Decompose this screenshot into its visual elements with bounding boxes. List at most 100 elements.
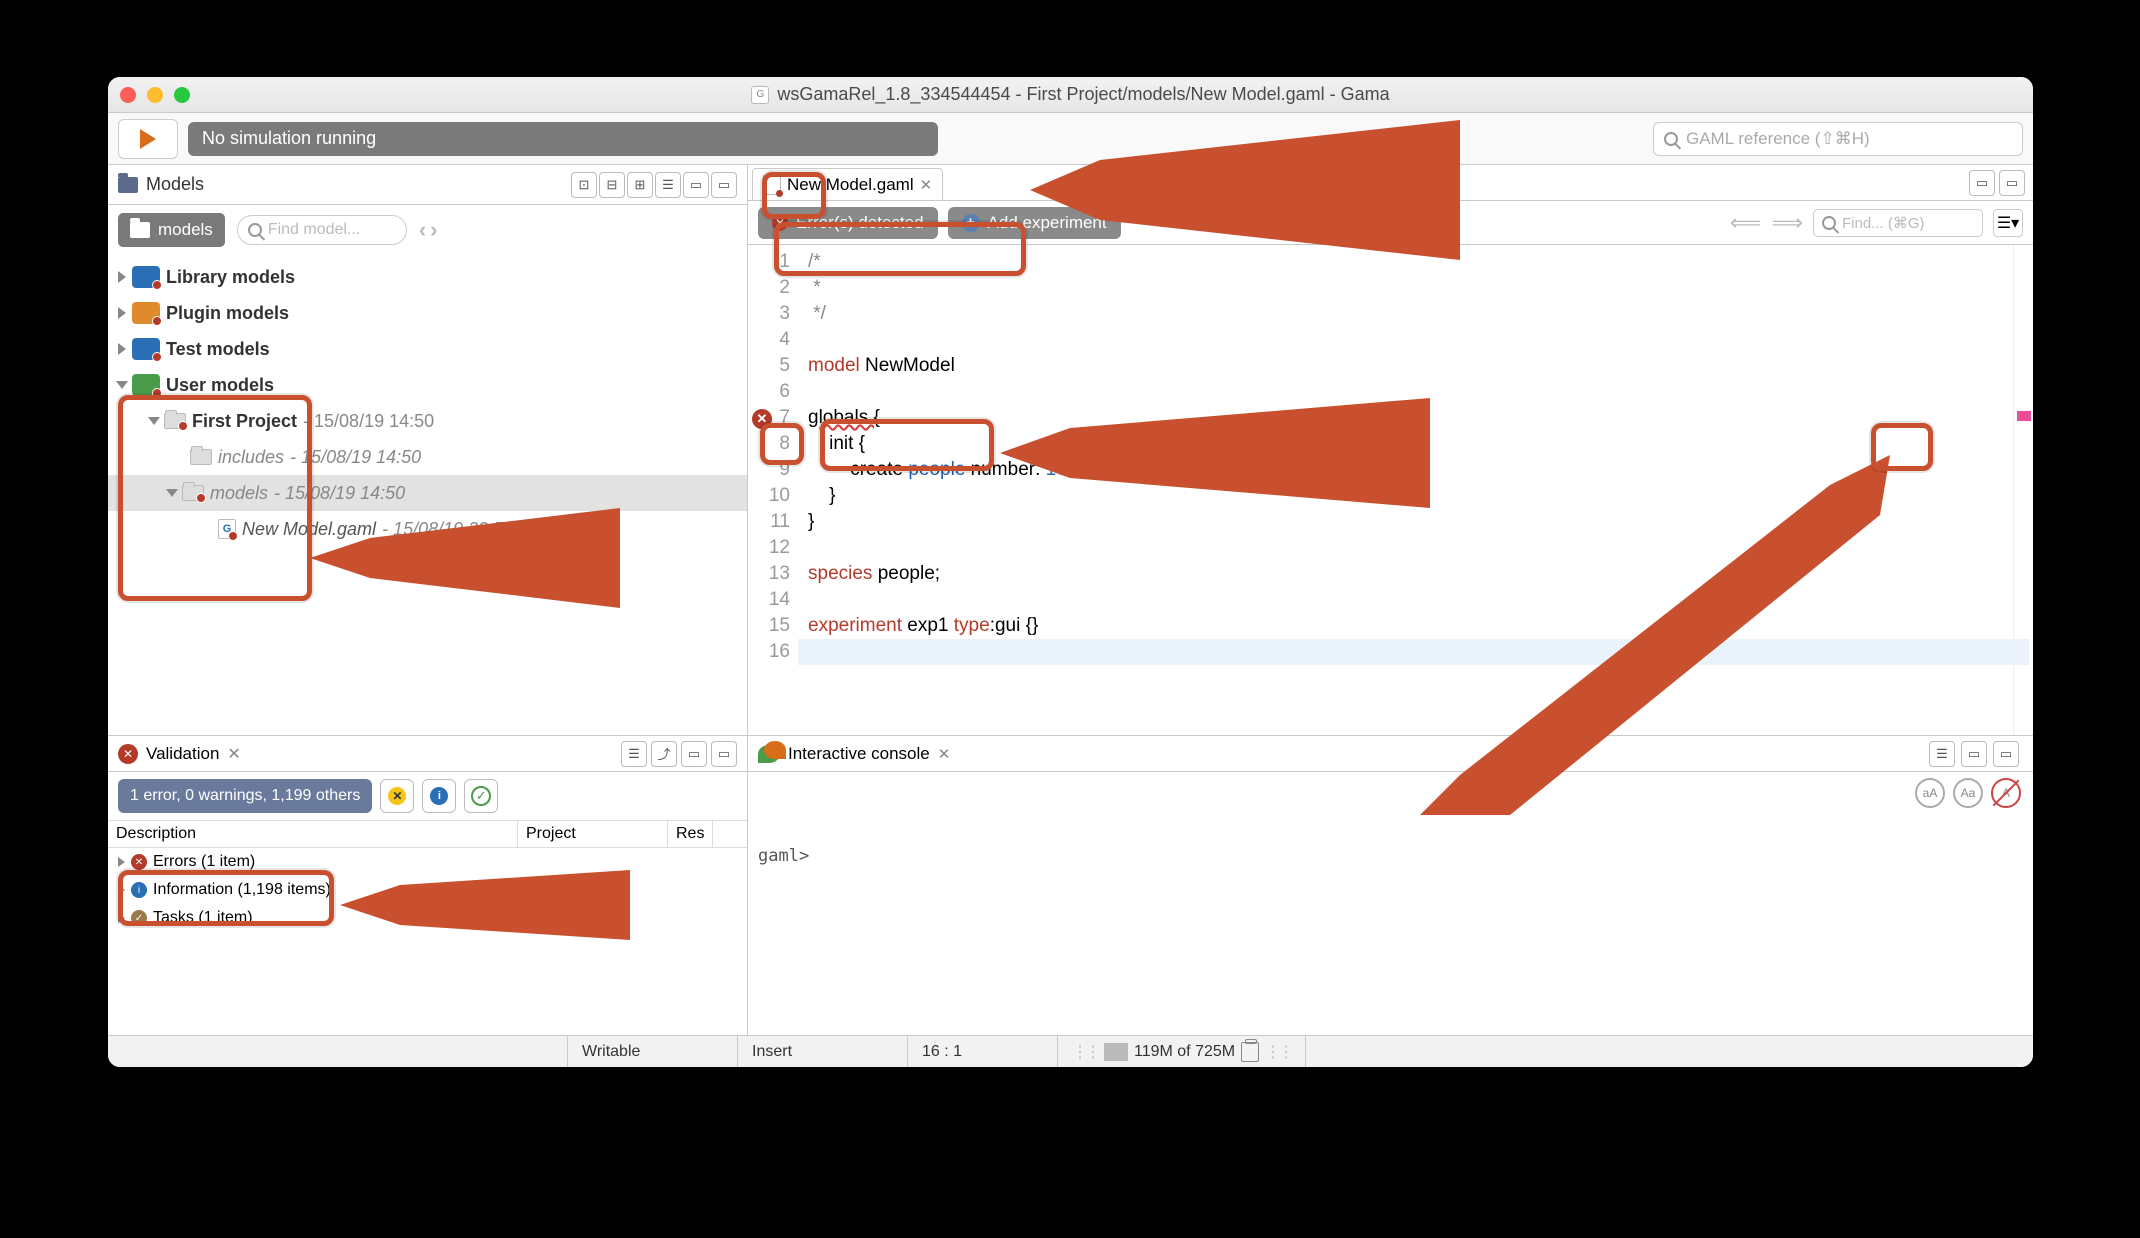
col-project[interactable]: Project [518, 821, 668, 847]
nav-back-button[interactable]: ‹ [419, 217, 426, 243]
error-icon: ✕ [752, 409, 772, 429]
tree-user-models[interactable]: User models [108, 367, 747, 403]
library-icon [132, 266, 160, 288]
tree-models-folder[interactable]: models - 15/08/19 14:50 [108, 475, 747, 511]
code-body[interactable]: /* * */ model NewModel globals { init { … [798, 245, 2033, 735]
col-resource[interactable]: Res [668, 821, 713, 847]
console-tool-1[interactable]: ☰ [1929, 741, 1955, 767]
tree-new-model-file[interactable]: G New Model.gaml - 15/08/19 23:56 [108, 511, 747, 547]
filter-warnings-button[interactable]: ✕ [380, 779, 414, 813]
maximize-editor-button[interactable]: ▭ [1999, 170, 2025, 196]
minimize-editor-button[interactable]: ▭ [1969, 170, 1995, 196]
expand-icon [118, 913, 125, 923]
expand-icon [148, 417, 160, 425]
editor-menu-button[interactable]: ☰▾ [1993, 209, 2023, 237]
status-bar: Writable Insert 16 : 1 ⋮⋮ 119M of 725M ⋮… [108, 1035, 2033, 1067]
overview-ruler[interactable] [2013, 245, 2033, 735]
close-tab-button[interactable]: ✕ [920, 176, 933, 194]
nav-forward-button[interactable]: › [430, 217, 437, 243]
heap-status[interactable]: ⋮⋮ 119M of 725M ⋮⋮ [1058, 1036, 1306, 1067]
console-prompt[interactable]: gaml> [748, 814, 2033, 1035]
gaml-reference-search[interactable]: GAML reference (⇧⌘H) [1653, 122, 2023, 156]
expand-icon [116, 381, 128, 389]
decrease-font-button[interactable]: aA [1915, 778, 1945, 808]
errors-detected-pill[interactable]: ✕ Error(s) detected [758, 207, 938, 239]
minimize-validation-button[interactable]: ▭ [681, 741, 707, 767]
filter-info-button[interactable]: i [422, 779, 456, 813]
code-editor[interactable]: ✕ 1 2 3 4 5 6 7 8 9 10 11 12 13 14 15 16… [748, 245, 2033, 735]
maximize-validation-button[interactable]: ▭ [711, 741, 737, 767]
expand-icon [118, 307, 126, 319]
run-button[interactable] [118, 119, 178, 159]
simulation-status: No simulation running [188, 122, 938, 156]
console-icon [758, 745, 780, 763]
search-icon [248, 223, 262, 237]
app-window: G wsGamaRel_1.8_334544454 - First Projec… [108, 77, 2033, 1067]
gaml-file-icon [763, 175, 781, 195]
tree-project[interactable]: First Project - 15/08/19 14:50 [108, 403, 747, 439]
expand-icon [118, 885, 125, 895]
tree-includes[interactable]: includes - 15/08/19 14:50 [108, 439, 747, 475]
error-marker-gutter[interactable]: ✕ [748, 405, 776, 433]
models-panel: Models ⊡ ⊟ ⊞ ☰ ▭ ▭ models Find model... [108, 165, 748, 735]
expand-icon [118, 271, 126, 283]
model-tree: Library models Plugin models Test models… [108, 255, 747, 551]
gaml-file-icon: G [218, 519, 236, 539]
view-menu-button[interactable]: ☰ [655, 172, 681, 198]
error-overview-marker[interactable] [2017, 411, 2031, 421]
search-icon [1664, 132, 1678, 146]
maximize-panel-button[interactable]: ▭ [711, 172, 737, 198]
minimize-panel-button[interactable]: ▭ [683, 172, 709, 198]
expand-icon [166, 489, 178, 497]
filter-ok-button[interactable]: ✓ [464, 779, 498, 813]
close-console-button[interactable]: ✕ [938, 745, 951, 763]
find-input[interactable]: Find... (⌘G) [1813, 209, 1983, 237]
close-validation-button[interactable]: ✕ [227, 744, 240, 764]
error-icon: ✕ [131, 854, 147, 870]
status-writable: Writable [568, 1036, 738, 1067]
folder-icon [118, 177, 138, 193]
test-icon [132, 338, 160, 360]
expand-button[interactable]: ⊞ [627, 172, 653, 198]
folder-icon [182, 485, 204, 501]
console-panel: Interactive console ✕ ☰ ▭ ▭ aA Aa A gaml… [748, 735, 2033, 1035]
filter-button[interactable]: ☰ [621, 741, 647, 767]
expand-icon [118, 343, 126, 355]
heap-bar-icon [1104, 1043, 1128, 1061]
gc-trash-icon[interactable] [1241, 1042, 1259, 1062]
col-description[interactable]: Description [108, 821, 518, 847]
maximize-console-button[interactable]: ▭ [1993, 741, 2019, 767]
status-cursor: 16 : 1 [908, 1036, 1058, 1067]
error-icon: ✕ [118, 744, 138, 764]
info-icon: i [131, 882, 147, 898]
search-icon [1822, 216, 1836, 230]
collapse-all-button[interactable]: ⊡ [571, 172, 597, 198]
increase-font-button[interactable]: Aa [1953, 778, 1983, 808]
validation-info-row[interactable]: i Information (1,198 items) [108, 876, 747, 904]
main-toolbar: No simulation running GAML reference (⇧⌘… [108, 113, 2033, 165]
user-icon [132, 374, 160, 396]
breadcrumb-models[interactable]: models [118, 213, 225, 247]
folder-icon [130, 222, 150, 238]
editor-panel: New Model.gaml ✕ ▭ ▭ ✕ Error(s) detected… [748, 165, 2033, 735]
validation-errors-row[interactable]: ✕ Errors (1 item) [108, 848, 747, 876]
plus-icon: + [962, 214, 980, 232]
play-icon [140, 129, 156, 149]
link-editor-button[interactable]: ⊟ [599, 172, 625, 198]
plugin-icon [132, 302, 160, 324]
nav-forward-icon[interactable]: ⟹ [1771, 210, 1803, 236]
tree-test-models[interactable]: Test models [108, 331, 747, 367]
find-model-input[interactable]: Find model... [237, 215, 407, 245]
tree-library-models[interactable]: Library models [108, 259, 747, 295]
reset-font-button[interactable]: A [1991, 778, 2021, 808]
minimize-console-button[interactable]: ▭ [1961, 741, 1987, 767]
editor-tab[interactable]: New Model.gaml ✕ [752, 168, 943, 200]
expand-icon [118, 857, 125, 867]
nav-back-icon[interactable]: ⟸ [1730, 210, 1762, 236]
add-experiment-button[interactable]: + Add experiment [948, 207, 1121, 239]
window-title: wsGamaRel_1.8_334544454 - First Project/… [777, 84, 1389, 105]
tree-plugin-models[interactable]: Plugin models [108, 295, 747, 331]
export-button[interactable]: ⤴ [651, 741, 677, 767]
error-icon: ✕ [772, 215, 788, 231]
validation-tasks-row[interactable]: ✓ Tasks (1 item) [108, 904, 747, 932]
